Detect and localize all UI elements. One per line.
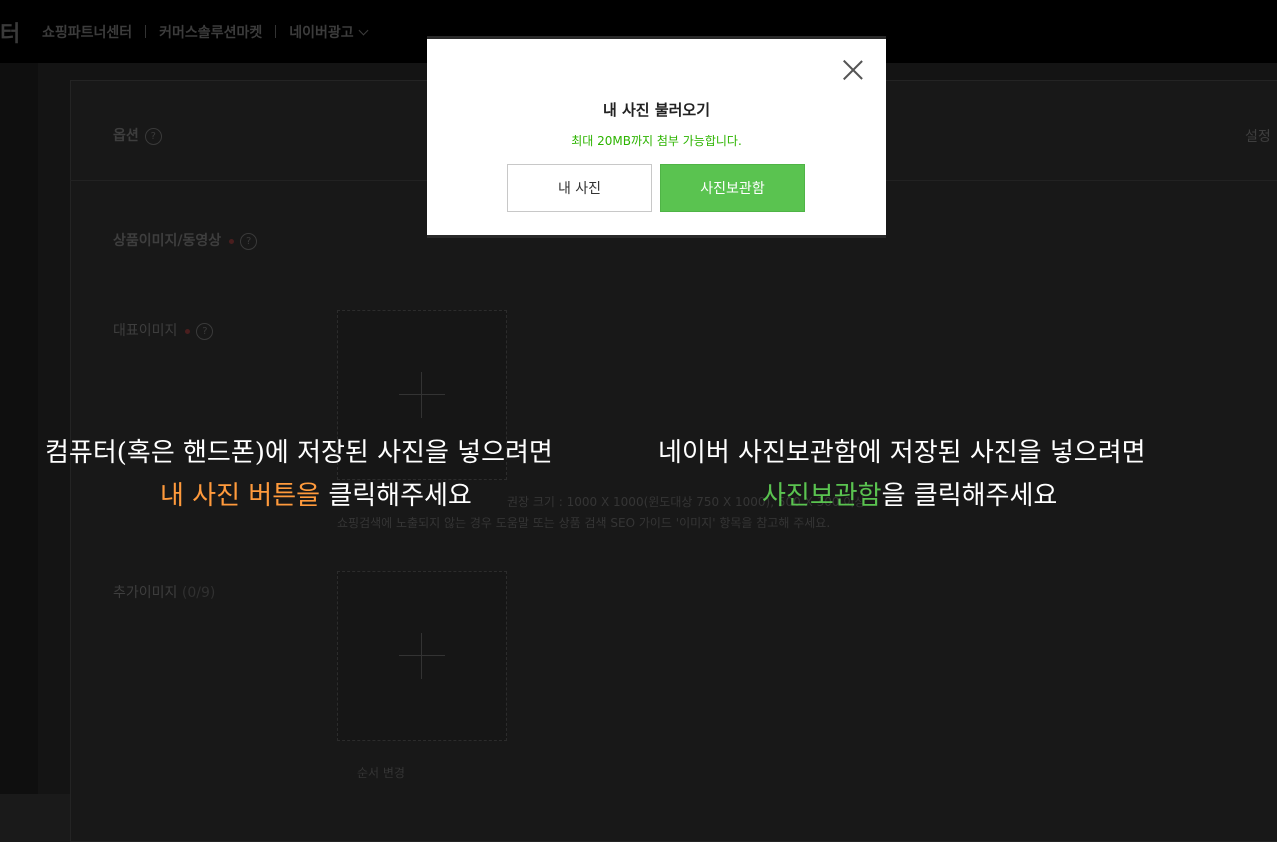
extra-image-row-label: 추가이미지 (0/9) [113,582,215,602]
my-photo-button[interactable]: 내 사진 [507,164,652,212]
instruction-left-line2: 내 사진 버튼을 클릭해주세요 [160,475,472,512]
help-icon[interactable]: ? [144,127,162,145]
instruction-left-line1: 컴퓨터(혹은 핸드폰)에 저장된 사진을 넣으려면 [45,438,553,468]
nav-shopping-partner-center[interactable]: 쇼핑파트너센터 [42,22,132,42]
chevron-down-icon [358,25,369,35]
help-icon[interactable]: ? [240,232,258,250]
main-image-help-text: 쇼핑검색에 노출되지 않는 경우 도움말 또는 상품 검색 SEO 가이드 '이… [337,516,831,530]
left-sidebar [0,63,38,794]
media-section-label: 상품이미지/동영상 [113,233,222,249]
photo-storage-button[interactable]: 사진보관함 [660,164,805,212]
media-section-title: 상품이미지/동영상? [113,230,258,250]
instruction-left-rest: 클릭해주세요 [320,481,472,511]
extra-image-label: 추가이미지 [113,585,178,601]
option-setting-link[interactable]: 설정 [1245,126,1271,146]
main-image-row-label: 대표이미지? [113,320,214,340]
help-icon[interactable]: ? [196,322,214,340]
extra-image-count: (0/9) [181,585,216,601]
modal-title: 내 사진 불러오기 [602,101,711,119]
brand-title-fragment: 터 [0,21,21,47]
modal-subtitle: 최대 20MB까지 첨부 가능합니다. [571,134,742,148]
instruction-right-highlight: 사진보관함 [762,481,882,511]
instruction-right-line1: 네이버 사진보관함에 저장된 사진을 넣으려면 [658,438,1146,468]
nav-divider [145,25,147,38]
nav-divider [275,25,277,38]
option-row-label: 옵션? [113,125,162,145]
nav-naver-ads[interactable]: 네이버광고 [289,22,369,42]
required-dot [229,238,235,244]
close-icon[interactable] [842,59,864,81]
instruction-left-highlight: 내 사진 버튼을 [160,481,321,511]
plus-icon [399,655,445,656]
plus-icon [421,372,422,418]
main-image-label: 대표이미지 [113,323,178,339]
required-dot [185,328,191,334]
instruction-right-line2: 사진보관함을 클릭해주세요 [762,475,1057,512]
extra-image-upload-box[interactable] [337,571,507,741]
nav-naver-ads-label: 네이버광고 [289,24,354,41]
extra-image-reorder-link[interactable]: 순서 변경 [357,764,405,781]
photo-import-modal: 내 사진 불러오기 최대 20MB까지 첨부 가능합니다. 내 사진 사진보관함 [427,36,886,238]
plus-icon [399,394,445,395]
nav-commerce-solution-market[interactable]: 커머스솔루션마켓 [159,22,262,42]
instruction-right-rest: 을 클릭해주세요 [881,481,1058,511]
plus-icon [421,633,422,679]
option-label: 옵션 [113,128,139,144]
